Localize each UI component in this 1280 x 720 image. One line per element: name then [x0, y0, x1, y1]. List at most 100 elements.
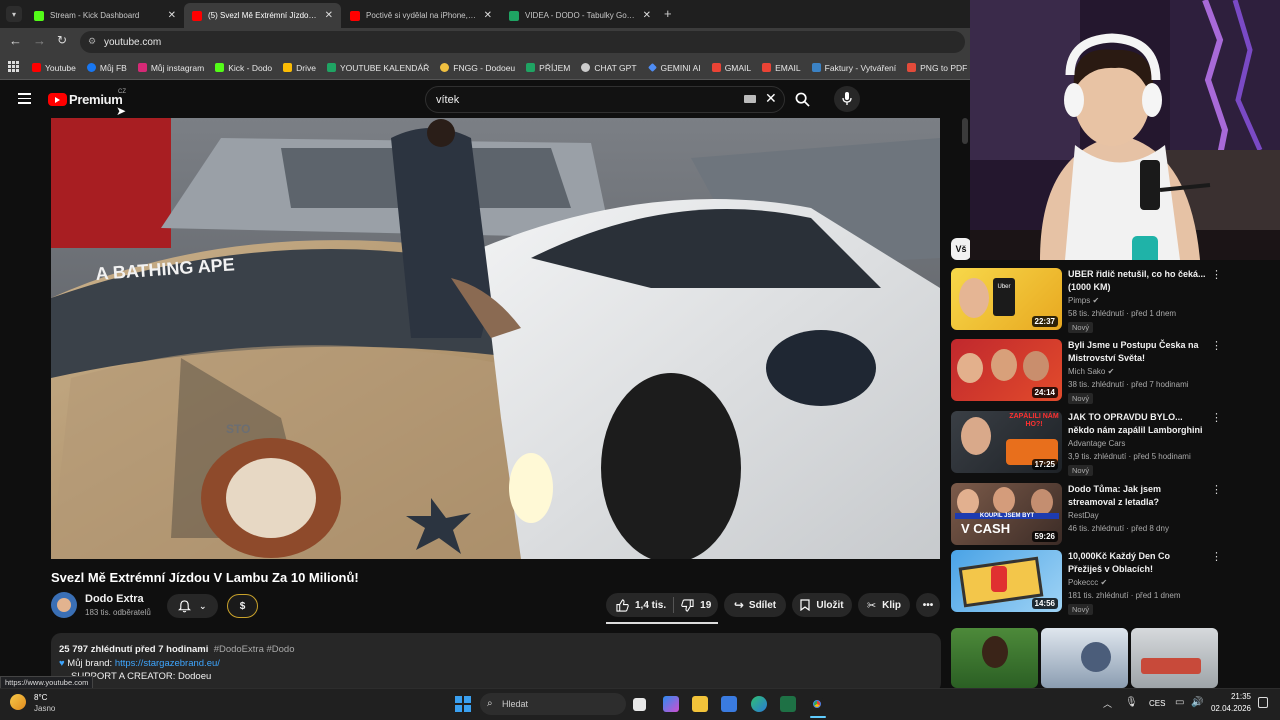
save-button[interactable]: Uložit [792, 593, 852, 617]
more-vertical-icon[interactable]: ⋮ [1211, 411, 1222, 424]
channel-avatar[interactable] [51, 592, 77, 618]
network-icon[interactable]: ▭ [1175, 697, 1184, 708]
taskbar-search[interactable]: ⌕ Hledat [480, 693, 626, 715]
more-vertical-icon[interactable]: ⋮ [1211, 339, 1222, 352]
clip-button[interactable]: ✂ Klip [858, 593, 910, 617]
sidebar-scrollbar[interactable] [962, 118, 968, 144]
task-view-icon[interactable] [633, 698, 646, 711]
bookmark-youtube[interactable]: Youtube [32, 63, 76, 73]
voice-search-button[interactable] [834, 86, 860, 112]
bookmark-gmail[interactable]: GMAIL [711, 63, 751, 73]
filter-chip-all[interactable]: Vš [951, 238, 971, 260]
weather-temp[interactable]: 8°C [34, 693, 47, 702]
tab-youtube-iphone[interactable]: Poctivě si vydělal na iPhone, po ✕ [342, 3, 500, 28]
notification-bell-icon[interactable] [1258, 697, 1268, 708]
chrome-icon[interactable] [809, 696, 825, 712]
bookmark-kick[interactable]: Kick - Dodo [215, 63, 272, 73]
search-input[interactable]: vítek ✕ [425, 86, 785, 113]
new-tab-button[interactable]: + [664, 6, 672, 21]
recommendation-card[interactable]: 24:14 Byli Jsme u Postupu Česka na Mistr… [951, 339, 1222, 404]
recommendation-card[interactable]: KOUPIL JSEM BYT V CASH 59:26 Dodo Tůma: … [951, 483, 1222, 547]
bookmark-email[interactable]: EMAIL [762, 63, 801, 73]
chevron-up-icon[interactable]: ︿ [1103, 697, 1112, 710]
subscribed-bell-button[interactable]: ⌄ [167, 594, 218, 618]
fngg-icon [440, 63, 450, 72]
like-count: 1,4 tis. [635, 599, 667, 611]
more-actions-button[interactable]: ••• [916, 593, 940, 617]
tab-kick-dashboard[interactable]: Stream - Kick Dashboard ✕ [26, 3, 184, 28]
video-thumbnail[interactable]: ZAPÁLILI NÁM HO?! 17:25 [951, 411, 1062, 473]
bookmark-png-to-pdf[interactable]: PNG to PDF [907, 63, 967, 73]
bookmark-chatgpt[interactable]: CHAT GPT [581, 63, 637, 73]
tab-youtube-video[interactable]: (5) Svezl Mě Extrémní Jízdou V ✕ [184, 3, 341, 28]
more-vertical-icon[interactable]: ⋮ [1211, 483, 1222, 496]
more-vertical-icon[interactable]: ⋮ [1211, 550, 1222, 563]
like-button[interactable]: 1,4 tis. [616, 598, 667, 612]
windows-start-icon[interactable] [455, 696, 471, 712]
excel-icon[interactable] [780, 696, 796, 712]
bookmark-fngg[interactable]: FNGG - Dodoeu [440, 63, 515, 73]
shorts-thumbnail[interactable] [1131, 628, 1218, 688]
bookmark-label: PŘÍJEM [539, 62, 571, 73]
keyboard-icon[interactable] [744, 95, 756, 103]
video-thumbnail[interactable]: 24:14 [951, 339, 1062, 401]
channel-name[interactable]: Dodo Extra [85, 593, 144, 605]
clear-search-icon[interactable]: ✕ [765, 90, 777, 107]
video-thumbnail[interactable]: KOUPIL JSEM BYT V CASH 59:26 [951, 483, 1062, 545]
save-label: Uložit [816, 599, 844, 611]
apps-grid-icon[interactable] [8, 61, 19, 72]
recommendation-card[interactable]: ZAPÁLILI NÁM HO?! 17:25 JAK TO OPRAVDU B… [951, 411, 1222, 476]
address-bar[interactable]: ⚙ youtube.com [80, 31, 965, 53]
recommendation-card[interactable]: 14:56 10,000Kč Každý Den Co Přežiješ v O… [951, 550, 1222, 615]
file-explorer-icon[interactable] [692, 696, 708, 712]
verified-icon: ✔ [1107, 367, 1115, 376]
outlook-icon[interactable] [721, 696, 737, 712]
tab-google-sheets[interactable]: VIDEA - DODO - Tabulky Googl ✕ [501, 3, 659, 28]
bookmark-fb[interactable]: Můj FB [86, 63, 127, 73]
close-icon[interactable]: ✕ [325, 10, 333, 21]
bookmark-faktury[interactable]: Faktury - Vytváření [811, 62, 897, 73]
brand-link[interactable]: https://stargazebrand.eu/ [115, 658, 220, 669]
copilot-icon[interactable] [663, 696, 679, 712]
share-button[interactable]: ↪ Sdílet [724, 593, 786, 617]
clock-date[interactable]: 02.04.2026 [1207, 704, 1251, 713]
invoice-icon [811, 63, 821, 72]
video-thumbnail[interactable]: Uber 22:37 [951, 268, 1062, 330]
language-indicator[interactable]: CES [1149, 699, 1165, 708]
bookmark-label: PNG to PDF [920, 62, 968, 73]
volume-icon[interactable]: 🔊 [1191, 697, 1203, 708]
bookmark-label: Faktury - Vytváření [824, 62, 897, 73]
shorts-thumbnail[interactable] [1041, 628, 1128, 688]
bookmark-calendar[interactable]: YOUTUBE KALENDÁŘ [326, 63, 429, 73]
more-vertical-icon[interactable]: ⋮ [1211, 268, 1222, 281]
description-box[interactable]: 25 797 zhlédnutí před 7 hodinami #DodoEx… [51, 633, 941, 693]
video-thumbnail[interactable]: 14:56 [951, 550, 1062, 612]
weather-icon[interactable] [10, 694, 26, 710]
search-button[interactable] [786, 86, 818, 113]
bookmark-instagram[interactable]: Můj instagram [137, 63, 204, 73]
tab-search-button[interactable]: ▾ [6, 6, 22, 22]
bookmark-drive[interactable]: Drive [283, 63, 316, 73]
back-button[interactable]: ← [9, 33, 22, 48]
close-icon[interactable]: ✕ [168, 10, 176, 21]
recommendation-card[interactable]: Uber 22:37 UBER řidič netušil, co ho ček… [951, 268, 1222, 333]
microphone-icon[interactable]: 🎙 [1125, 697, 1138, 708]
clock-time[interactable]: 21:35 [1213, 692, 1251, 701]
dislike-button[interactable]: 19 [681, 598, 711, 612]
bookmark-prijem[interactable]: PŘÍJEM [526, 63, 570, 73]
close-icon[interactable]: ✕ [643, 10, 651, 21]
menu-icon[interactable] [18, 93, 31, 104]
chatgpt-icon [581, 63, 591, 72]
edge-icon[interactable] [751, 696, 767, 712]
youtube-premium-logo[interactable]: Premium [48, 92, 123, 107]
channel-label: Mich Sako [1068, 367, 1106, 376]
description-tags[interactable]: #DodoExtra #Dodo [214, 644, 295, 655]
video-player[interactable]: A BATHING APE STO [51, 118, 940, 559]
site-info-icon[interactable]: ⚙ [88, 36, 96, 47]
shorts-thumbnail[interactable] [951, 628, 1038, 688]
bookmark-gemini[interactable]: GEMINI AI [647, 63, 701, 73]
reload-button[interactable]: ↻ [57, 33, 67, 47]
forward-button[interactable]: → [33, 33, 46, 48]
thanks-button[interactable]: $ [227, 594, 258, 618]
close-icon[interactable]: ✕ [484, 10, 492, 21]
